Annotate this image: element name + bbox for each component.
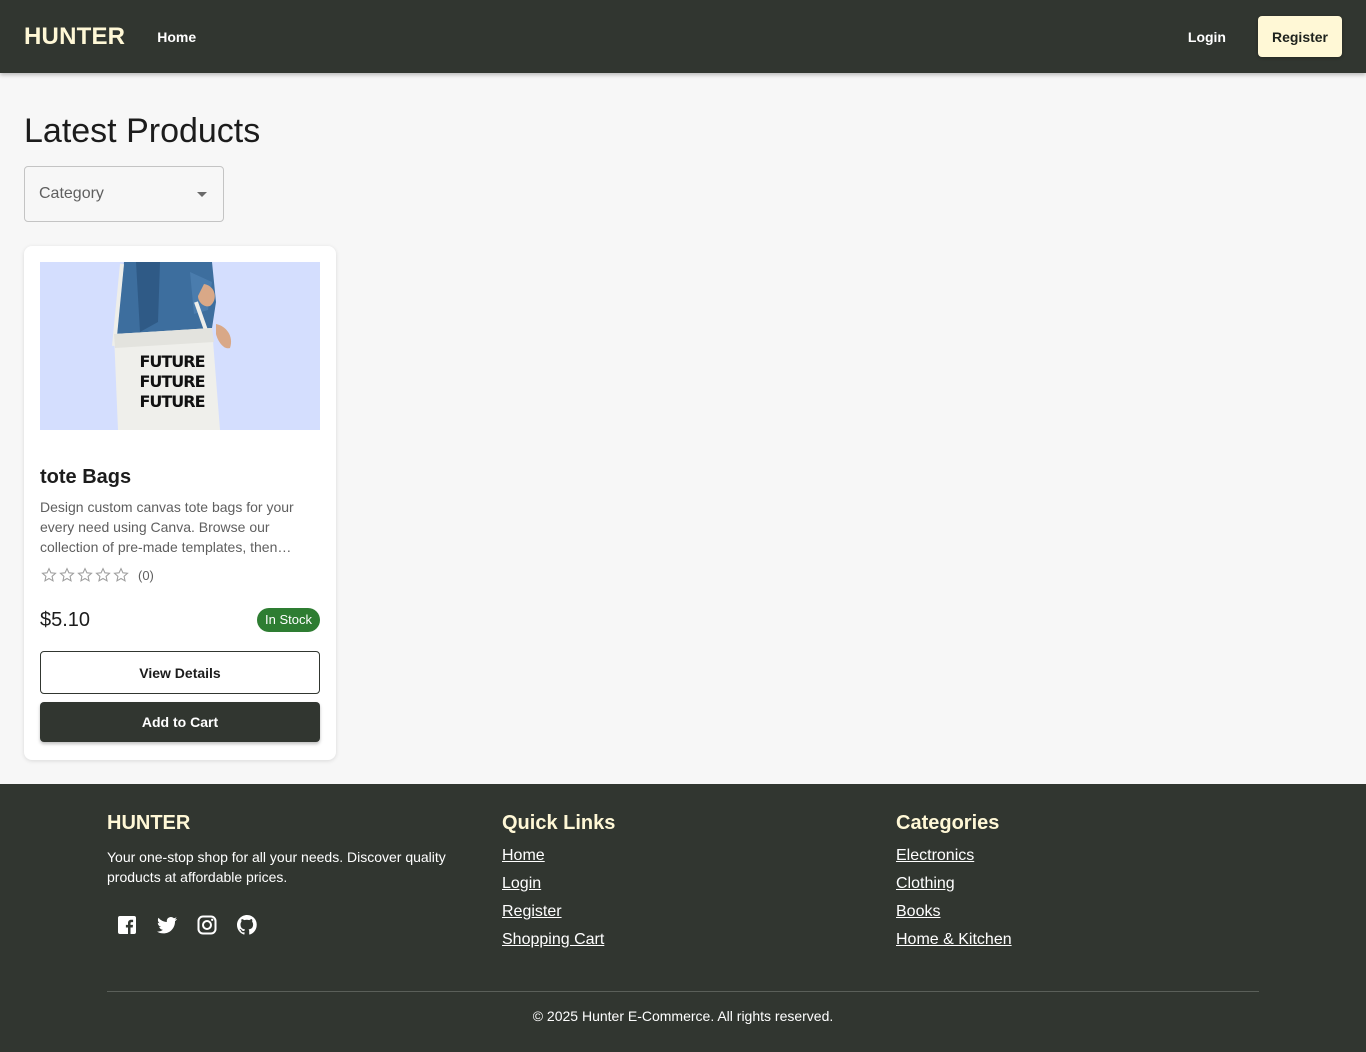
footer-tagline: Your one-stop shop for all your needs. D…	[107, 849, 446, 885]
footer-link-home[interactable]: Home	[502, 847, 545, 864]
add-to-cart-button[interactable]: Add to Cart	[40, 702, 320, 742]
quick-links-title: Quick Links	[502, 812, 616, 834]
product-image[interactable]: FUTURE FUTURE FUTURE	[40, 262, 320, 430]
github-icon[interactable]	[235, 913, 259, 937]
view-details-button[interactable]: View Details	[40, 651, 320, 694]
star-outline-icon	[59, 567, 75, 582]
footer-link-electronics[interactable]: Electronics	[896, 847, 974, 864]
star-outline-icon	[95, 567, 111, 582]
twitter-icon[interactable]	[155, 913, 179, 937]
instagram-icon[interactable]	[195, 913, 219, 937]
footer: HUNTER Your one-stop shop for all your n…	[0, 784, 1366, 1052]
footer-link-home-kitchen[interactable]: Home & Kitchen	[896, 931, 1012, 948]
footer-brand: HUNTER	[107, 812, 191, 834]
footer-link-shopping-cart[interactable]: Shopping Cart	[502, 931, 604, 948]
categories-list: Electronics Clothing Books Home & Kitche…	[896, 847, 1012, 949]
social-links	[115, 913, 467, 937]
product-card: FUTURE FUTURE FUTURE tote Bags Design cu…	[24, 246, 336, 760]
footer-link-login[interactable]: Login	[502, 875, 541, 892]
footer-link-books[interactable]: Books	[896, 903, 940, 920]
footer-link-register[interactable]: Register	[502, 903, 562, 920]
register-button[interactable]: Register	[1258, 16, 1342, 57]
price-row: $5.10 In Stock	[40, 607, 320, 633]
star-outline-icon	[113, 567, 129, 582]
footer-link-clothing[interactable]: Clothing	[896, 875, 955, 892]
product-name[interactable]: tote Bags	[40, 466, 320, 489]
product-price: $5.10	[40, 608, 91, 631]
nav-home-link[interactable]: Home	[157, 29, 196, 45]
product-rating: (0)	[40, 565, 320, 585]
quick-links-list: Home Login Register Shopping Cart	[502, 847, 615, 949]
page-title: Latest Products	[24, 112, 261, 150]
footer-categories: Categories Electronics Clothing Books Ho…	[896, 812, 1012, 959]
chevron-down-icon	[197, 191, 207, 197]
footer-about: HUNTER Your one-stop shop for all your n…	[107, 812, 467, 937]
category-select-label: Category	[39, 185, 104, 202]
facebook-icon[interactable]	[115, 913, 139, 937]
copyright-text: © 2025 Hunter E-Commerce. All rights res…	[532, 1008, 834, 1024]
star-outline-icon	[77, 567, 93, 582]
star-outline-icon	[41, 567, 57, 582]
login-link[interactable]: Login	[1188, 29, 1226, 45]
app-bar: HUNTER Home Login Register	[0, 0, 1366, 73]
category-select[interactable]: Category	[24, 166, 224, 222]
categories-title: Categories	[896, 812, 1000, 834]
footer-quick-links: Quick Links Home Login Register Shopping…	[502, 812, 615, 959]
product-description: Design custom canvas tote bags for your …	[40, 499, 294, 555]
footer-divider	[107, 991, 1259, 992]
tote-print-text: FUTURE FUTURE FUTURE	[139, 352, 205, 411]
stock-badge: In Stock	[257, 608, 320, 632]
rating-count: (0)	[138, 567, 154, 583]
brand-logo[interactable]: HUNTER	[24, 23, 125, 51]
